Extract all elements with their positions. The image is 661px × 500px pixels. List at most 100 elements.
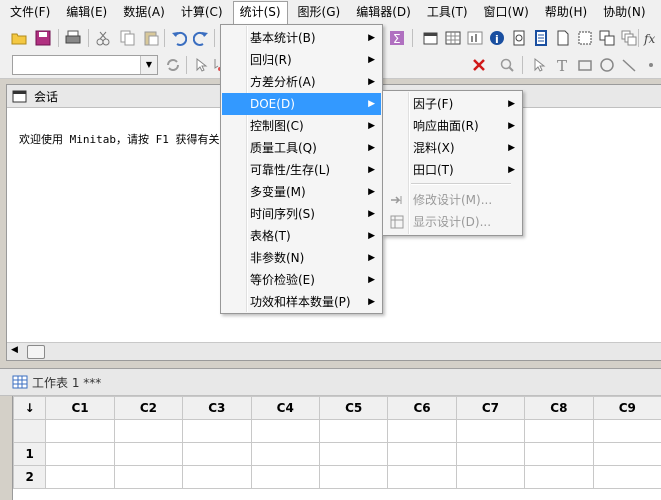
data-cell[interactable] <box>318 442 389 466</box>
save-icon[interactable] <box>34 29 52 47</box>
menu-item-reliability[interactable]: 可靠性/生存(L) ▶ <box>222 159 381 181</box>
column-header[interactable]: C1 <box>45 396 115 420</box>
menu-item-quality-tools[interactable]: 质量工具(Q) ▶ <box>222 137 381 159</box>
column-header[interactable]: C2 <box>113 396 184 420</box>
data-cell[interactable] <box>592 442 661 466</box>
menu-item-control-charts[interactable]: 控制图(C) ▶ <box>222 115 381 137</box>
corner-data-direction[interactable]: ↓ <box>12 396 47 420</box>
pointer-icon[interactable] <box>192 56 210 74</box>
undo-icon[interactable] <box>170 29 188 47</box>
submenu-item-taguchi[interactable]: 田口(T) ▶ <box>384 159 521 181</box>
data-cell[interactable] <box>45 465 115 489</box>
column-header[interactable]: C7 <box>455 396 526 420</box>
data-cell[interactable] <box>592 465 661 489</box>
data-cell[interactable] <box>455 465 526 489</box>
menu-graph[interactable]: 图形(G) <box>292 1 347 23</box>
column-name-cell[interactable] <box>524 419 594 443</box>
menu-editor[interactable]: 编辑器(D) <box>350 1 417 23</box>
scroll-left-arrow-icon[interactable]: ◀ <box>11 345 18 355</box>
menu-item-power-sample-size[interactable]: 功效和样本数量(P) ▶ <box>222 291 381 313</box>
horizontal-scrollbar[interactable]: ◀ <box>7 342 661 360</box>
report-pad-icon[interactable] <box>532 29 550 47</box>
select-arrow-icon[interactable] <box>530 56 548 74</box>
row-header[interactable]: 1 <box>12 442 47 466</box>
submenu-item-mixture[interactable]: 混料(X) ▶ <box>384 137 521 159</box>
menu-item-time-series[interactable]: 时间序列(S) ▶ <box>222 203 381 225</box>
column-name-cell[interactable] <box>318 419 389 443</box>
tile-windows-icon[interactable] <box>598 29 616 47</box>
rectangle-tool-icon[interactable] <box>576 56 594 74</box>
zoom-icon[interactable] <box>498 56 516 74</box>
menu-item-basic-statistics[interactable]: 基本统计(B) ▶ <box>222 27 381 49</box>
data-cell[interactable] <box>524 442 594 466</box>
column-name-cell[interactable] <box>387 419 457 443</box>
data-cell[interactable] <box>250 465 320 489</box>
menu-tools[interactable]: 工具(T) <box>421 1 474 23</box>
info-icon[interactable]: i <box>488 29 506 47</box>
row-header[interactable]: 2 <box>12 465 47 489</box>
data-cell[interactable] <box>182 442 252 466</box>
submenu-item-modify-design[interactable]: 修改设计(M)... <box>384 189 521 211</box>
column-name-cell[interactable] <box>250 419 320 443</box>
column-name-cell[interactable] <box>45 419 115 443</box>
cut-icon[interactable] <box>94 29 112 47</box>
menu-item-equivalence-tests[interactable]: 等价检验(E) ▶ <box>222 269 381 291</box>
print-icon[interactable] <box>64 29 82 47</box>
menu-item-anova[interactable]: 方差分析(A) ▶ <box>222 71 381 93</box>
worksheet-selector-combo[interactable]: ▼ <box>12 55 158 75</box>
menu-edit[interactable]: 编辑(E) <box>60 1 113 23</box>
menu-item-multivariate[interactable]: 多变量(M) ▶ <box>222 181 381 203</box>
column-header[interactable]: C4 <box>250 396 320 420</box>
menu-item-regression[interactable]: 回归(R) ▶ <box>222 49 381 71</box>
data-cell[interactable] <box>387 442 457 466</box>
text-tool-icon[interactable]: T <box>554 56 572 74</box>
menu-item-tables[interactable]: 表格(T) ▶ <box>222 225 381 247</box>
data-cell[interactable] <box>113 465 184 489</box>
new-document-icon[interactable] <box>554 29 572 47</box>
chevron-down-icon[interactable]: ▼ <box>140 56 157 74</box>
menu-item-nonparametrics[interactable]: 非参数(N) ▶ <box>222 247 381 269</box>
menu-calc[interactable]: 计算(C) <box>175 1 229 23</box>
menu-item-doe[interactable]: DOE(D) ▶ <box>222 93 381 115</box>
column-name-row-header[interactable] <box>12 419 47 443</box>
line-tool-icon[interactable] <box>620 56 638 74</box>
point-tool-icon[interactable] <box>642 56 660 74</box>
data-cell[interactable] <box>387 465 457 489</box>
cascade-windows-icon[interactable] <box>620 29 638 47</box>
menu-window[interactable]: 窗口(W) <box>478 1 535 23</box>
formula-fx-icon[interactable]: fx <box>642 29 660 47</box>
submenu-item-response-surface[interactable]: 响应曲面(R) ▶ <box>384 115 521 137</box>
scrollbar-thumb[interactable] <box>27 345 45 359</box>
column-name-cell[interactable] <box>592 419 661 443</box>
ellipse-tool-icon[interactable] <box>598 56 616 74</box>
data-cell[interactable] <box>182 465 252 489</box>
graph-window-icon[interactable] <box>466 29 484 47</box>
data-cell[interactable] <box>318 465 389 489</box>
layout-icon[interactable] <box>576 29 594 47</box>
menu-assistant[interactable]: 协助(N) <box>597 1 651 23</box>
column-header[interactable]: C5 <box>318 396 389 420</box>
column-header[interactable]: C6 <box>387 396 457 420</box>
paste-icon[interactable] <box>142 29 160 47</box>
open-icon[interactable] <box>10 29 28 47</box>
submenu-item-factorial[interactable]: 因子(F) ▶ <box>384 93 521 115</box>
menu-file[interactable]: 文件(F) <box>4 1 56 23</box>
column-header[interactable]: C3 <box>182 396 252 420</box>
session-window-icon[interactable] <box>422 29 440 47</box>
data-cell[interactable] <box>524 465 594 489</box>
refresh-icon[interactable] <box>164 56 182 74</box>
copy-icon[interactable] <box>118 29 136 47</box>
column-name-cell[interactable] <box>113 419 184 443</box>
data-cell[interactable] <box>113 442 184 466</box>
data-cell[interactable] <box>455 442 526 466</box>
sigma-icon[interactable]: Σ <box>388 29 406 47</box>
data-cell[interactable] <box>250 442 320 466</box>
menu-help[interactable]: 帮助(H) <box>539 1 593 23</box>
worksheet-window-icon[interactable] <box>444 29 462 47</box>
menu-stat[interactable]: 统计(S) <box>232 0 288 24</box>
redo-icon[interactable] <box>192 29 210 47</box>
delete-x-icon[interactable] <box>470 56 488 74</box>
history-icon[interactable] <box>510 29 528 47</box>
column-name-cell[interactable] <box>455 419 526 443</box>
column-header[interactable]: C9 <box>592 396 661 420</box>
